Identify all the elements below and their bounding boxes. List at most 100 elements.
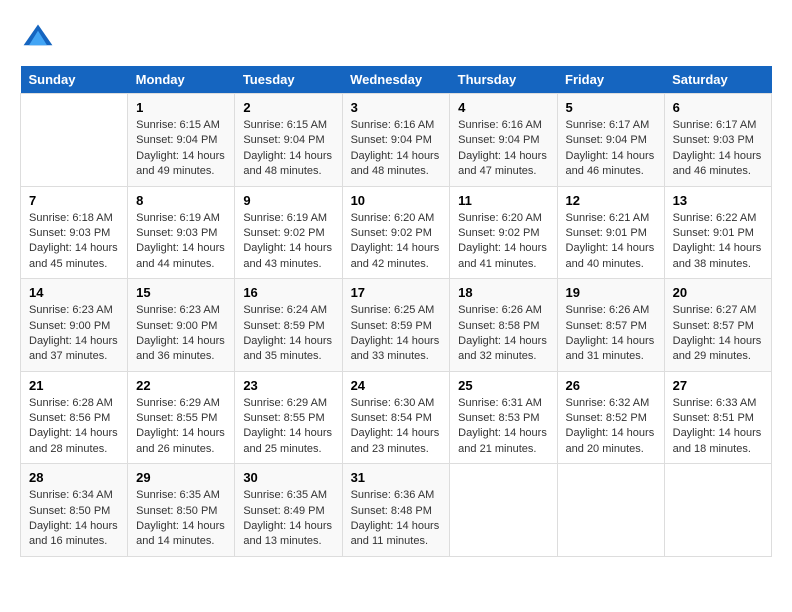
day-info: Sunrise: 6:19 AM Sunset: 9:02 PM Dayligh… — [243, 211, 333, 273]
logo-icon — [20, 20, 56, 56]
calendar-day-cell: 5Sunrise: 6:17 AM Sunset: 9:04 PM Daylig… — [557, 94, 664, 187]
day-number: 25 — [458, 378, 548, 393]
calendar-week-row: 14Sunrise: 6:23 AM Sunset: 9:00 PM Dayli… — [21, 279, 772, 372]
calendar-day-cell: 10 Sunrise: 6:20 AM Sunset: 9:02 PM Dayli… — [342, 186, 450, 279]
calendar-day-cell: 26 Sunrise: 6:32 AM Sunset: 8:52 PM Dayli… — [557, 371, 664, 464]
calendar-day-cell: 29 Sunrise: 6:35 AM Sunset: 8:50 PM Dayli… — [128, 464, 235, 557]
calendar-week-row: 28 Sunrise: 6:34 AM Sunset: 8:50 PM Dayli… — [21, 464, 772, 557]
day-number: 26 — [566, 378, 656, 393]
day-number: 13 — [673, 193, 763, 208]
day-info: Sunrise: 6:22 AM Sunset: 9:01 PM Dayligh… — [673, 211, 763, 273]
calendar-day-cell: 23 Sunrise: 6:29 AM Sunset: 8:55 PM Dayli… — [235, 371, 342, 464]
day-info: Sunrise: 6:16 AM Sunset: 9:04 PM Dayligh… — [458, 118, 548, 180]
day-number: 2 — [243, 100, 333, 115]
day-info: Sunrise: 6:36 AM Sunset: 8:48 PM Dayligh… — [351, 488, 442, 550]
weekday-header: Wednesday — [342, 66, 450, 94]
day-number: 30 — [243, 470, 333, 485]
day-info: Sunrise: 6:24 AM Sunset: 8:59 PM Dayligh… — [243, 303, 333, 365]
calendar-week-row: 7 Sunrise: 6:18 AM Sunset: 9:03 PM Daylig… — [21, 186, 772, 279]
calendar-day-cell — [664, 464, 771, 557]
day-info: Sunrise: 6:29 AM Sunset: 8:55 PM Dayligh… — [136, 396, 226, 458]
calendar-day-cell: 6 Sunrise: 6:17 AM Sunset: 9:03 PM Daylig… — [664, 94, 771, 187]
weekday-header: Sunday — [21, 66, 128, 94]
calendar-day-cell: 14Sunrise: 6:23 AM Sunset: 9:00 PM Dayli… — [21, 279, 128, 372]
weekday-header: Thursday — [450, 66, 557, 94]
calendar-day-cell: 28 Sunrise: 6:34 AM Sunset: 8:50 PM Dayli… — [21, 464, 128, 557]
day-number: 24 — [351, 378, 442, 393]
day-info: Sunrise: 6:20 AM Sunset: 9:02 PM Dayligh… — [351, 211, 442, 273]
calendar-header: SundayMondayTuesdayWednesdayThursdayFrid… — [21, 66, 772, 94]
day-number: 7 — [29, 193, 119, 208]
day-number: 10 — [351, 193, 442, 208]
day-number: 1 — [136, 100, 226, 115]
day-info: Sunrise: 6:17 AM Sunset: 9:04 PM Dayligh… — [566, 118, 656, 180]
calendar-day-cell: 3 Sunrise: 6:16 AM Sunset: 9:04 PM Daylig… — [342, 94, 450, 187]
calendar-day-cell: 7 Sunrise: 6:18 AM Sunset: 9:03 PM Daylig… — [21, 186, 128, 279]
day-number: 22 — [136, 378, 226, 393]
day-number: 19 — [566, 285, 656, 300]
day-number: 12 — [566, 193, 656, 208]
day-number: 8 — [136, 193, 226, 208]
calendar-day-cell: 19 Sunrise: 6:26 AM Sunset: 8:57 PM Dayli… — [557, 279, 664, 372]
day-info: Sunrise: 6:15 AM Sunset: 9:04 PM Dayligh… — [136, 118, 226, 180]
day-info: Sunrise: 6:33 AM Sunset: 8:51 PM Dayligh… — [673, 396, 763, 458]
calendar-day-cell — [21, 94, 128, 187]
day-info: Sunrise: 6:18 AM Sunset: 9:03 PM Dayligh… — [29, 211, 119, 273]
day-info: Sunrise: 6:21 AM Sunset: 9:01 PM Dayligh… — [566, 211, 656, 273]
day-number: 18 — [458, 285, 548, 300]
header-row: SundayMondayTuesdayWednesdayThursdayFrid… — [21, 66, 772, 94]
calendar-day-cell: 11 Sunrise: 6:20 AM Sunset: 9:02 PM Dayli… — [450, 186, 557, 279]
calendar-day-cell: 12 Sunrise: 6:21 AM Sunset: 9:01 PM Dayli… — [557, 186, 664, 279]
day-number: 14 — [29, 285, 119, 300]
calendar-day-cell: 4 Sunrise: 6:16 AM Sunset: 9:04 PM Daylig… — [450, 94, 557, 187]
calendar-day-cell: 27 Sunrise: 6:33 AM Sunset: 8:51 PM Dayli… — [664, 371, 771, 464]
calendar-day-cell: 17 Sunrise: 6:25 AM Sunset: 8:59 PM Dayli… — [342, 279, 450, 372]
day-number: 27 — [673, 378, 763, 393]
day-info: Sunrise: 6:34 AM Sunset: 8:50 PM Dayligh… — [29, 488, 119, 550]
day-number: 15 — [136, 285, 226, 300]
day-number: 4 — [458, 100, 548, 115]
calendar-day-cell — [450, 464, 557, 557]
day-number: 17 — [351, 285, 442, 300]
day-number: 29 — [136, 470, 226, 485]
day-number: 23 — [243, 378, 333, 393]
calendar-day-cell: 15Sunrise: 6:23 AM Sunset: 9:00 PM Dayli… — [128, 279, 235, 372]
day-info: Sunrise: 6:25 AM Sunset: 8:59 PM Dayligh… — [351, 303, 442, 365]
day-info: Sunrise: 6:29 AM Sunset: 8:55 PM Dayligh… — [243, 396, 333, 458]
calendar-day-cell — [557, 464, 664, 557]
calendar-day-cell: 24Sunrise: 6:30 AM Sunset: 8:54 PM Dayli… — [342, 371, 450, 464]
calendar-day-cell: 21 Sunrise: 6:28 AM Sunset: 8:56 PM Dayli… — [21, 371, 128, 464]
day-info: Sunrise: 6:16 AM Sunset: 9:04 PM Dayligh… — [351, 118, 442, 180]
day-info: Sunrise: 6:31 AM Sunset: 8:53 PM Dayligh… — [458, 396, 548, 458]
weekday-header: Friday — [557, 66, 664, 94]
weekday-header: Monday — [128, 66, 235, 94]
day-info: Sunrise: 6:27 AM Sunset: 8:57 PM Dayligh… — [673, 303, 763, 365]
calendar-day-cell: 20Sunrise: 6:27 AM Sunset: 8:57 PM Dayli… — [664, 279, 771, 372]
day-info: Sunrise: 6:20 AM Sunset: 9:02 PM Dayligh… — [458, 211, 548, 273]
day-info: Sunrise: 6:32 AM Sunset: 8:52 PM Dayligh… — [566, 396, 656, 458]
calendar-week-row: 1 Sunrise: 6:15 AM Sunset: 9:04 PM Daylig… — [21, 94, 772, 187]
day-number: 6 — [673, 100, 763, 115]
day-number: 3 — [351, 100, 442, 115]
calendar-week-row: 21 Sunrise: 6:28 AM Sunset: 8:56 PM Dayli… — [21, 371, 772, 464]
calendar-body: 1 Sunrise: 6:15 AM Sunset: 9:04 PM Daylig… — [21, 94, 772, 557]
calendar-day-cell: 30Sunrise: 6:35 AM Sunset: 8:49 PM Dayli… — [235, 464, 342, 557]
day-info: Sunrise: 6:17 AM Sunset: 9:03 PM Dayligh… — [673, 118, 763, 180]
day-number: 28 — [29, 470, 119, 485]
calendar-day-cell: 8 Sunrise: 6:19 AM Sunset: 9:03 PM Daylig… — [128, 186, 235, 279]
day-number: 31 — [351, 470, 442, 485]
calendar-day-cell: 2Sunrise: 6:15 AM Sunset: 9:04 PM Daylig… — [235, 94, 342, 187]
day-info: Sunrise: 6:26 AM Sunset: 8:57 PM Dayligh… — [566, 303, 656, 365]
day-number: 21 — [29, 378, 119, 393]
day-info: Sunrise: 6:35 AM Sunset: 8:50 PM Dayligh… — [136, 488, 226, 550]
calendar-day-cell: 1 Sunrise: 6:15 AM Sunset: 9:04 PM Daylig… — [128, 94, 235, 187]
calendar-day-cell: 9Sunrise: 6:19 AM Sunset: 9:02 PM Daylig… — [235, 186, 342, 279]
calendar-day-cell: 31 Sunrise: 6:36 AM Sunset: 8:48 PM Dayli… — [342, 464, 450, 557]
calendar-day-cell: 13 Sunrise: 6:22 AM Sunset: 9:01 PM Dayli… — [664, 186, 771, 279]
calendar-day-cell: 25 Sunrise: 6:31 AM Sunset: 8:53 PM Dayli… — [450, 371, 557, 464]
day-number: 11 — [458, 193, 548, 208]
day-info: Sunrise: 6:19 AM Sunset: 9:03 PM Dayligh… — [136, 211, 226, 273]
day-info: Sunrise: 6:28 AM Sunset: 8:56 PM Dayligh… — [29, 396, 119, 458]
weekday-header: Saturday — [664, 66, 771, 94]
day-info: Sunrise: 6:26 AM Sunset: 8:58 PM Dayligh… — [458, 303, 548, 365]
